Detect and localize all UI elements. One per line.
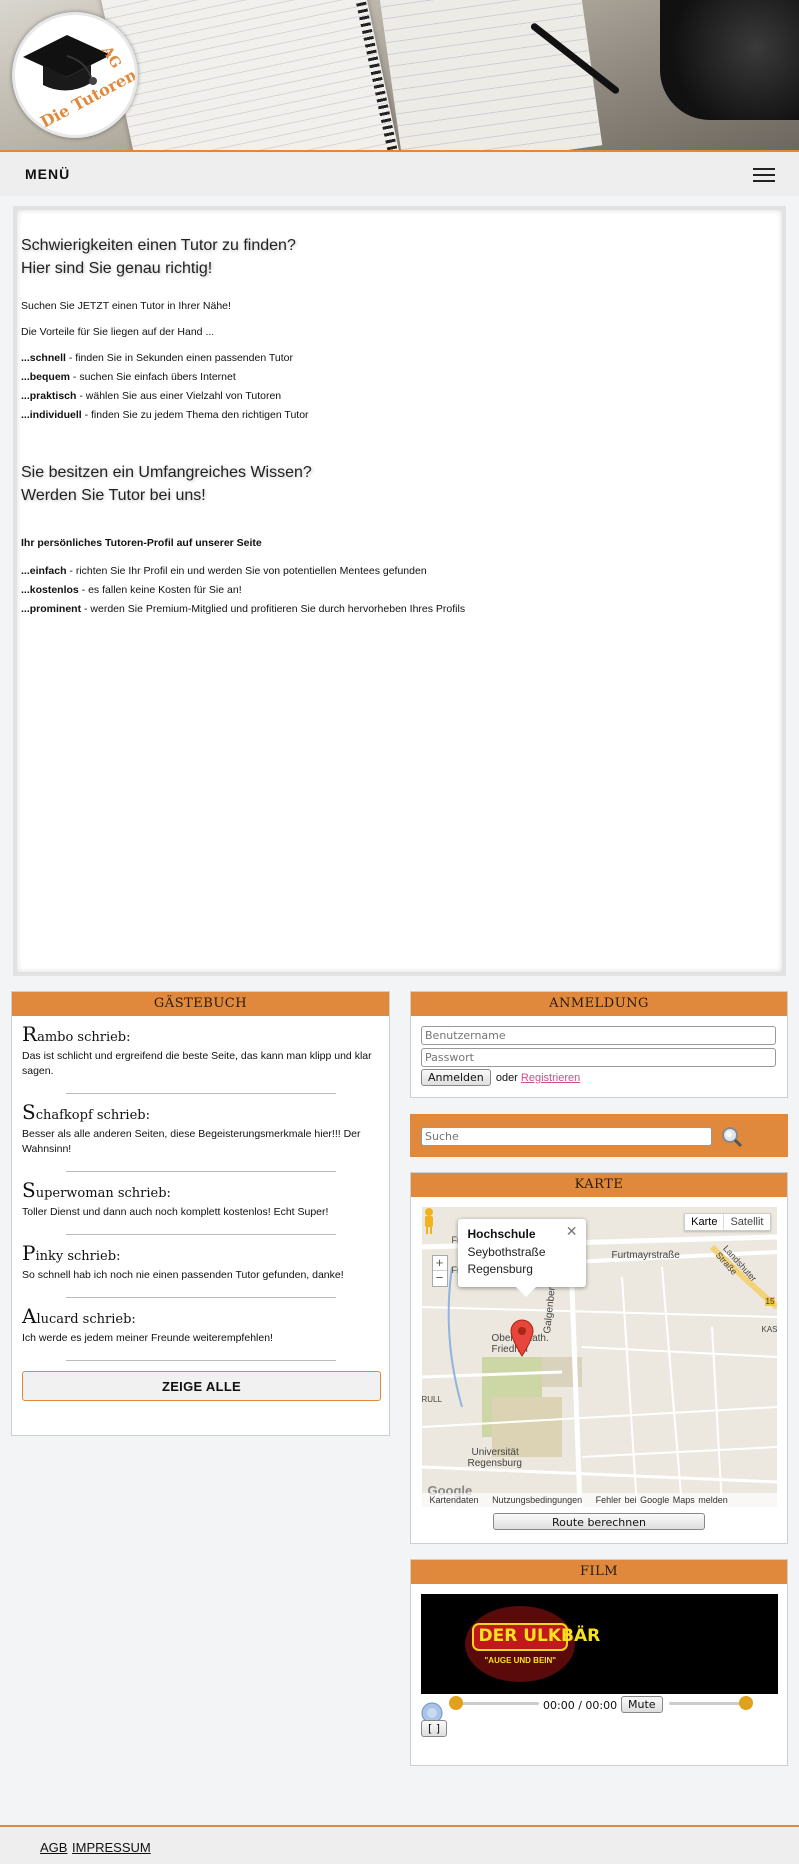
- profile-feature: ...prominent - werden Sie Premium-Mitgli…: [21, 603, 466, 615]
- road-badge: 15: [764, 1297, 776, 1306]
- register-link[interactable]: Registrieren: [521, 1072, 580, 1084]
- guestbook-box: GÄSTEBUCH Rambo schrieb: Das ist schlich…: [11, 991, 390, 1436]
- guestbook-entry: Rambo schrieb: Das ist schlicht und ergr…: [12, 1016, 389, 1094]
- film-title: FILM: [411, 1560, 787, 1584]
- map-type-satellite-button[interactable]: Satellit: [724, 1214, 769, 1230]
- pegman-icon[interactable]: [422, 1207, 436, 1235]
- page-footer: AGB IMPRESSUM: [0, 1825, 799, 1864]
- map-type-map-button[interactable]: Karte: [685, 1214, 725, 1230]
- guestbook-author: Superwoman schrieb:: [22, 1178, 171, 1202]
- map-marker-icon[interactable]: [509, 1319, 534, 1357]
- volume-knob[interactable]: [739, 1696, 753, 1710]
- map-data-link[interactable]: Kartendaten: [430, 1495, 479, 1505]
- popup-title: Hochschule: [467, 1227, 536, 1241]
- show-all-button[interactable]: ZEIGE ALLE: [22, 1371, 381, 1401]
- main-heading-2: Sie besitzen ein Umfangreiches Wissen? We…: [21, 464, 312, 504]
- intro-text: Die Vorteile für Sie liegen auf der Hand…: [21, 326, 215, 338]
- magnifier-icon[interactable]: [721, 1126, 743, 1148]
- guestbook-author: Pinky schrieb:: [22, 1241, 121, 1265]
- agb-link[interactable]: AGB: [40, 1840, 67, 1855]
- login-box: ANMELDUNG Anmelden oder Registrieren: [410, 991, 788, 1098]
- advantage-item: ...schnell - finden Sie in Sekunden eine…: [21, 352, 294, 364]
- map-title: KARTE: [411, 1173, 787, 1197]
- graduation-cap-icon: Die Tutoren AG: [23, 35, 135, 132]
- site-logo[interactable]: Die Tutoren AG: [12, 12, 138, 138]
- video-controls: 00:00 / 00:00 Mute [ ]: [421, 1694, 777, 1740]
- map-box: KARTE Furtmayrstraße Landshuter Straße G…: [410, 1172, 788, 1544]
- mute-button[interactable]: Mute: [621, 1696, 663, 1713]
- intro-text: Suchen Sie JETZT einen Tutor in Ihrer Nä…: [21, 300, 231, 312]
- menu-bar: MENÜ: [0, 152, 799, 196]
- popup-street: Seybothstraße: [467, 1245, 546, 1259]
- video-poster: DER ULKBÄR "AUGE UND BEIN": [464, 1604, 600, 1684]
- advantage-item: ...bequem - suchen Sie einfach übers Int…: [21, 371, 236, 383]
- map-footer: Kartendaten Nutzungsbedingungen Fehler b…: [421, 1493, 777, 1507]
- decorative-paper: [98, 0, 402, 150]
- advantage-item: ...praktisch - wählen Sie aus einer Viel…: [21, 390, 282, 402]
- map-terms-link[interactable]: Nutzungsbedingungen: [492, 1495, 582, 1505]
- guestbook-author: Alucard schrieb:: [22, 1304, 136, 1328]
- guestbook-text: Besser als alle anderen Seiten, diese Be…: [22, 1128, 361, 1155]
- map-label: Furtmayrstraße: [611, 1250, 680, 1261]
- map-label: KAS: [761, 1325, 777, 1334]
- profile-feature: ...kostenlos - es fallen keine Kosten fü…: [21, 584, 242, 596]
- profile-feature: ...einfach - richten Sie Ihr Profil ein …: [21, 565, 427, 577]
- route-button[interactable]: Route berechnen: [493, 1513, 705, 1530]
- guestbook-text: Das ist schlicht und ergreifend die best…: [22, 1050, 372, 1077]
- time-display: 00:00 / 00:00: [543, 1699, 618, 1712]
- header-banner: Die Tutoren AG: [0, 0, 799, 150]
- or-text: oder: [495, 1072, 518, 1084]
- guestbook-title: GÄSTEBUCH: [12, 992, 389, 1016]
- map-type-control: Karte Satellit: [684, 1213, 771, 1231]
- map-report-link[interactable]: Fehler bei Google Maps melden: [596, 1495, 728, 1505]
- zoom-out-button[interactable]: −: [433, 1271, 447, 1286]
- main-heading-1: Schwierigkeiten einen Tutor zu finden? Hi…: [21, 237, 296, 277]
- guestbook-entry: Superwoman schrieb: Toller Dienst und da…: [12, 1172, 389, 1235]
- divider: [65, 1360, 336, 1361]
- close-icon[interactable]: ✕: [566, 1223, 578, 1240]
- password-input[interactable]: [421, 1048, 776, 1067]
- guestbook-author: Rambo schrieb:: [22, 1022, 131, 1046]
- poster-title: DER ULKBÄR: [478, 1626, 601, 1646]
- guestbook-text: So schnell hab ich noch nie einen passen…: [22, 1269, 344, 1281]
- advantage-item: ...individuell - finden Sie zu jedem The…: [21, 409, 309, 421]
- map-label: Universität: [471, 1447, 519, 1458]
- guestbook-text: Toller Dienst und dann auch noch komplet…: [22, 1206, 329, 1218]
- profile-title: Ihr persönliches Tutoren-Profil auf unse…: [21, 537, 262, 549]
- guestbook-entry: Pinky schrieb: So schnell hab ich noch n…: [12, 1235, 389, 1298]
- zoom-control: + −: [431, 1255, 448, 1287]
- username-input[interactable]: [421, 1026, 776, 1045]
- map-info-window: ✕ Hochschule Seybothstraße Regensburg: [457, 1219, 586, 1297]
- guestbook-author: Schafkopf schrieb:: [22, 1100, 150, 1124]
- decorative-paper: [377, 0, 603, 150]
- search-input[interactable]: [421, 1127, 712, 1146]
- popup-city: Regensburg: [467, 1262, 533, 1276]
- map-label: RULL: [421, 1395, 442, 1404]
- google-map[interactable]: Furtmayrstraße Landshuter Straße Galgenb…: [421, 1207, 777, 1507]
- film-box: FILM DER ULKBÄR "AUGE UND BEIN" 00:00 / …: [410, 1559, 788, 1766]
- svg-text:AG: AG: [98, 43, 124, 72]
- menu-label[interactable]: MENÜ: [25, 166, 70, 182]
- zoom-in-button[interactable]: +: [432, 1256, 447, 1271]
- main-content: Schwierigkeiten einen Tutor zu finden? Hi…: [13, 206, 786, 976]
- guestbook-entry: Schafkopf schrieb: Besser als alle ander…: [12, 1094, 389, 1172]
- gadget-image: [660, 0, 799, 120]
- login-button[interactable]: Anmelden: [421, 1069, 491, 1086]
- hamburger-icon[interactable]: [753, 168, 775, 182]
- impressum-link[interactable]: IMPRESSUM: [72, 1840, 151, 1855]
- guestbook-entry: Alucard schrieb: Ich werde es jedem mein…: [12, 1298, 389, 1361]
- login-title: ANMELDUNG: [411, 992, 787, 1016]
- fullscreen-button[interactable]: [ ]: [421, 1720, 448, 1737]
- guestbook-text: Ich werde es jedem meiner Freunde weiter…: [22, 1332, 273, 1344]
- map-label: Regensburg: [467, 1458, 522, 1469]
- search-box: [410, 1114, 788, 1157]
- poster-subtitle: "AUGE UND BEIN": [484, 1656, 557, 1665]
- video-player[interactable]: DER ULKBÄR "AUGE UND BEIN": [420, 1594, 778, 1694]
- progress-knob[interactable]: [449, 1696, 463, 1710]
